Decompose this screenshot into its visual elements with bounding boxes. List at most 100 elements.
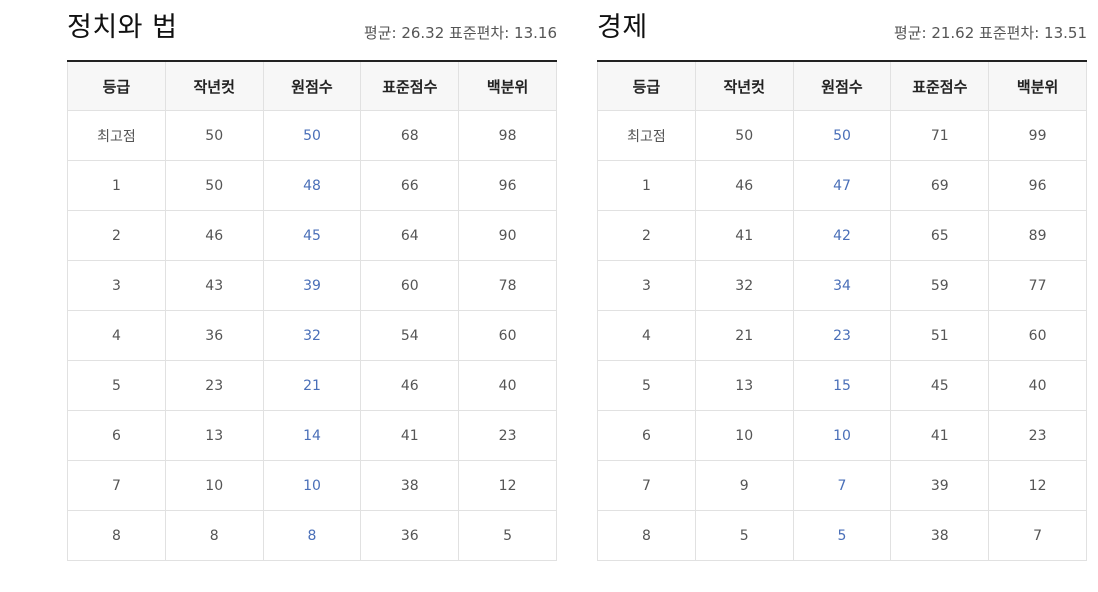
cell-raw-score: 10	[792, 410, 892, 461]
cell-raw-score: 50	[792, 110, 892, 161]
column-header-raw-score: 원점수	[792, 61, 892, 111]
cell-raw-score: 23	[792, 310, 892, 361]
cell-percentile: 23	[458, 410, 557, 461]
table-row: 8 8 8 36 5	[67, 510, 557, 561]
cell-grade: 5	[67, 360, 166, 411]
cell-last-year-cut: 50	[164, 160, 264, 211]
table-row: 7 10 10 38 12	[67, 460, 557, 511]
table-header-row: 등급 작년컷 원점수 표준점수 백분위	[597, 61, 1087, 111]
cell-raw-score: 42	[792, 210, 892, 261]
table-row: 6 13 14 41 23	[67, 410, 557, 461]
cell-grade: 2	[597, 210, 696, 261]
table-row: 1 50 48 66 96	[67, 160, 557, 211]
cell-standard-score: 68	[360, 110, 460, 161]
column-header-last-year-cut: 작년컷	[164, 61, 264, 111]
cell-grade: 4	[67, 310, 166, 361]
panel-economics: 경제 평균: 21.62 표준편차: 13.51 등급 작년컷 원점수 표준점수…	[597, 0, 1087, 561]
table-body: 최고점 50 50 71 99 1 46 47 69 96 2 41 42 65 89 3 32 34 59 77 4 2…	[597, 110, 1087, 561]
cell-last-year-cut: 46	[164, 210, 264, 261]
cell-raw-score: 32	[262, 310, 362, 361]
column-header-standard-score: 표준점수	[360, 61, 460, 111]
cell-standard-score: 59	[890, 260, 990, 311]
table-row: 최고점 50 50 68 98	[67, 110, 557, 161]
cell-grade: 1	[597, 160, 696, 211]
column-header-percentile: 백분위	[458, 61, 557, 111]
cell-raw-score: 8	[262, 510, 362, 561]
panel-stats: 평균: 21.62 표준편차: 13.51	[893, 24, 1087, 42]
cell-standard-score: 71	[890, 110, 990, 161]
column-header-grade: 등급	[67, 61, 166, 111]
cell-grade: 3	[597, 260, 696, 311]
table-row: 최고점 50 50 71 99	[597, 110, 1087, 161]
cell-standard-score: 38	[360, 460, 460, 511]
cell-standard-score: 64	[360, 210, 460, 261]
cell-last-year-cut: 32	[694, 260, 794, 311]
cell-grade: 8	[597, 510, 696, 561]
table-body: 최고점 50 50 68 98 1 50 48 66 96 2 46 45 64 90 3 43 39 60 78 4 3…	[67, 110, 557, 561]
cell-raw-score: 15	[792, 360, 892, 411]
cell-percentile: 60	[988, 310, 1087, 361]
cell-last-year-cut: 9	[694, 460, 794, 511]
cell-percentile: 96	[458, 160, 557, 211]
cell-percentile: 40	[988, 360, 1087, 411]
cell-raw-score: 10	[262, 460, 362, 511]
table-row: 4 21 23 51 60	[597, 310, 1087, 361]
cell-grade: 5	[597, 360, 696, 411]
cell-raw-score: 45	[262, 210, 362, 261]
cell-raw-score: 5	[792, 510, 892, 561]
cell-grade: 1	[67, 160, 166, 211]
cell-grade: 최고점	[67, 110, 166, 161]
cell-last-year-cut: 36	[164, 310, 264, 361]
cell-last-year-cut: 8	[164, 510, 264, 561]
cell-standard-score: 54	[360, 310, 460, 361]
cell-percentile: 5	[458, 510, 557, 561]
cell-percentile: 78	[458, 260, 557, 311]
cell-standard-score: 46	[360, 360, 460, 411]
cell-raw-score: 21	[262, 360, 362, 411]
cell-grade: 6	[597, 410, 696, 461]
cell-standard-score: 51	[890, 310, 990, 361]
cell-last-year-cut: 10	[694, 410, 794, 461]
grade-table: 등급 작년컷 원점수 표준점수 백분위 최고점 50 50 71 99 1 46 47 69 96…	[597, 60, 1087, 561]
cell-raw-score: 48	[262, 160, 362, 211]
cell-standard-score: 69	[890, 160, 990, 211]
cell-percentile: 23	[988, 410, 1087, 461]
cell-percentile: 99	[988, 110, 1087, 161]
cell-raw-score: 14	[262, 410, 362, 461]
table-row: 4 36 32 54 60	[67, 310, 557, 361]
cell-standard-score: 65	[890, 210, 990, 261]
cell-grade: 8	[67, 510, 166, 561]
panel-stats: 평균: 26.32 표준편차: 13.16	[363, 24, 557, 42]
cell-last-year-cut: 46	[694, 160, 794, 211]
cell-last-year-cut: 23	[164, 360, 264, 411]
cell-last-year-cut: 41	[694, 210, 794, 261]
table-row: 5 13 15 45 40	[597, 360, 1087, 411]
cell-standard-score: 36	[360, 510, 460, 561]
table-row: 2 41 42 65 89	[597, 210, 1087, 261]
cell-percentile: 40	[458, 360, 557, 411]
table-row: 6 10 10 41 23	[597, 410, 1087, 461]
cell-standard-score: 66	[360, 160, 460, 211]
cell-raw-score: 39	[262, 260, 362, 311]
cell-standard-score: 45	[890, 360, 990, 411]
cell-percentile: 98	[458, 110, 557, 161]
cell-percentile: 90	[458, 210, 557, 261]
cell-last-year-cut: 50	[694, 110, 794, 161]
cell-grade: 7	[67, 460, 166, 511]
panel-header: 경제 평균: 21.62 표준편차: 13.51	[597, 0, 1087, 60]
cell-last-year-cut: 10	[164, 460, 264, 511]
cell-standard-score: 41	[360, 410, 460, 461]
cell-percentile: 96	[988, 160, 1087, 211]
cell-standard-score: 60	[360, 260, 460, 311]
cell-grade: 6	[67, 410, 166, 461]
table-row: 8 5 5 38 7	[597, 510, 1087, 561]
column-header-last-year-cut: 작년컷	[694, 61, 794, 111]
panel-title: 정치와 법	[67, 12, 178, 43]
cell-last-year-cut: 13	[694, 360, 794, 411]
cell-raw-score: 34	[792, 260, 892, 311]
cell-last-year-cut: 21	[694, 310, 794, 361]
cell-standard-score: 41	[890, 410, 990, 461]
cell-last-year-cut: 50	[164, 110, 264, 161]
cell-grade: 4	[597, 310, 696, 361]
table-row: 7 9 7 39 12	[597, 460, 1087, 511]
